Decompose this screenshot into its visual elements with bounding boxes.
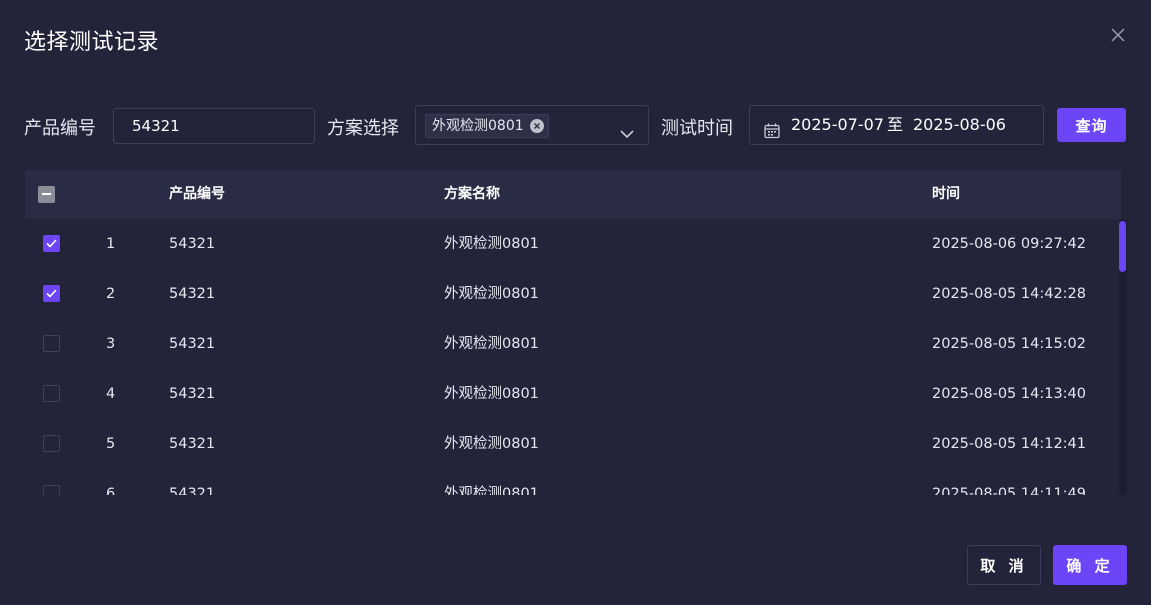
row-checkbox[interactable] xyxy=(43,335,60,352)
cancel-button[interactable]: 取 消 xyxy=(967,545,1041,585)
table-row[interactable]: 1 54321 外观检测0801 2025-08-06 09:27:42 xyxy=(25,219,1121,269)
row-product-code: 54321 xyxy=(169,236,216,252)
row-product-code: 54321 xyxy=(169,386,216,402)
date-end[interactable]: 2025-08-06 xyxy=(913,106,1006,144)
row-checkbox[interactable] xyxy=(43,435,60,452)
row-index: 5 xyxy=(106,436,116,452)
row-time: 2025-08-05 14:12:41 xyxy=(932,436,1086,452)
row-product-code: 54321 xyxy=(169,436,216,452)
row-index: 3 xyxy=(106,336,116,352)
dialog-title: 选择测试记录 xyxy=(24,30,160,55)
close-icon[interactable] xyxy=(1111,28,1125,42)
records-table: 产品编号 方案名称 时间 1 54321 外观检测0801 2025-08-06… xyxy=(25,170,1121,495)
row-time: 2025-08-05 14:15:02 xyxy=(932,336,1086,352)
table-row[interactable]: 3 54321 外观检测0801 2025-08-05 14:15:02 xyxy=(25,319,1121,369)
scheme-tag-label: 外观检测0801 xyxy=(432,118,524,134)
row-scheme-name: 外观检测0801 xyxy=(444,486,539,495)
row-product-code: 54321 xyxy=(169,486,216,495)
row-product-code: 54321 xyxy=(169,286,216,302)
row-checkbox[interactable] xyxy=(43,285,60,302)
row-scheme-name: 外观检测0801 xyxy=(444,336,539,352)
select-all-checkbox[interactable] xyxy=(38,186,55,203)
row-scheme-name: 外观检测0801 xyxy=(444,436,539,452)
header-scheme-name[interactable]: 方案名称 xyxy=(444,170,500,219)
query-button[interactable]: 查询 xyxy=(1057,108,1126,142)
table-row[interactable]: 2 54321 外观检测0801 2025-08-05 14:42:28 xyxy=(25,269,1121,319)
scrollbar-thumb[interactable] xyxy=(1119,221,1126,272)
row-checkbox[interactable] xyxy=(43,235,60,252)
date-range-picker[interactable]: 2025-07-07 至 2025-08-06 xyxy=(749,105,1044,145)
row-time: 2025-08-06 09:27:42 xyxy=(932,236,1086,252)
scheme-tag: 外观检测0801 xyxy=(425,114,549,138)
scheme-select-label: 方案选择 xyxy=(327,118,399,139)
header-product-code[interactable]: 产品编号 xyxy=(169,170,225,219)
table-row[interactable]: 6 54321 外观检测0801 2025-08-05 14:11:49 xyxy=(25,469,1121,495)
row-product-code: 54321 xyxy=(169,336,216,352)
confirm-button[interactable]: 确 定 xyxy=(1053,545,1127,585)
scheme-select[interactable]: 外观检测0801 xyxy=(415,105,649,145)
row-scheme-name: 外观检测0801 xyxy=(444,286,539,302)
tag-remove-icon[interactable] xyxy=(529,119,544,133)
row-index: 1 xyxy=(106,236,116,252)
date-start[interactable]: 2025-07-07 xyxy=(791,106,884,144)
product-code-label: 产品编号 xyxy=(24,118,96,139)
table-row[interactable]: 5 54321 外观检测0801 2025-08-05 14:12:41 xyxy=(25,419,1121,469)
row-time: 2025-08-05 14:42:28 xyxy=(932,286,1086,302)
date-separator: 至 xyxy=(887,115,904,134)
row-time: 2025-08-05 14:11:49 xyxy=(932,486,1086,495)
calendar-icon xyxy=(764,117,780,151)
row-checkbox[interactable] xyxy=(43,485,60,495)
header-time[interactable]: 时间 xyxy=(932,170,960,219)
row-checkbox[interactable] xyxy=(43,385,60,402)
chevron-down-icon[interactable] xyxy=(620,119,634,153)
row-index: 6 xyxy=(106,486,116,495)
table-body: 1 54321 外观检测0801 2025-08-06 09:27:42 2 5… xyxy=(25,219,1121,495)
row-index: 4 xyxy=(106,386,116,402)
row-scheme-name: 外观检测0801 xyxy=(444,386,539,402)
select-test-record-dialog: 选择测试记录 产品编号 54321 方案选择 外观检测0801 测试时间 202… xyxy=(0,0,1151,605)
table-header: 产品编号 方案名称 时间 xyxy=(25,170,1121,219)
test-time-label: 测试时间 xyxy=(661,118,733,139)
row-index: 2 xyxy=(106,286,116,302)
product-code-input[interactable]: 54321 xyxy=(113,108,315,144)
table-scrollbar[interactable] xyxy=(1119,219,1127,495)
row-scheme-name: 外观检测0801 xyxy=(444,236,539,252)
table-row[interactable]: 4 54321 外观检测0801 2025-08-05 14:13:40 xyxy=(25,369,1121,419)
row-time: 2025-08-05 14:13:40 xyxy=(932,386,1086,402)
